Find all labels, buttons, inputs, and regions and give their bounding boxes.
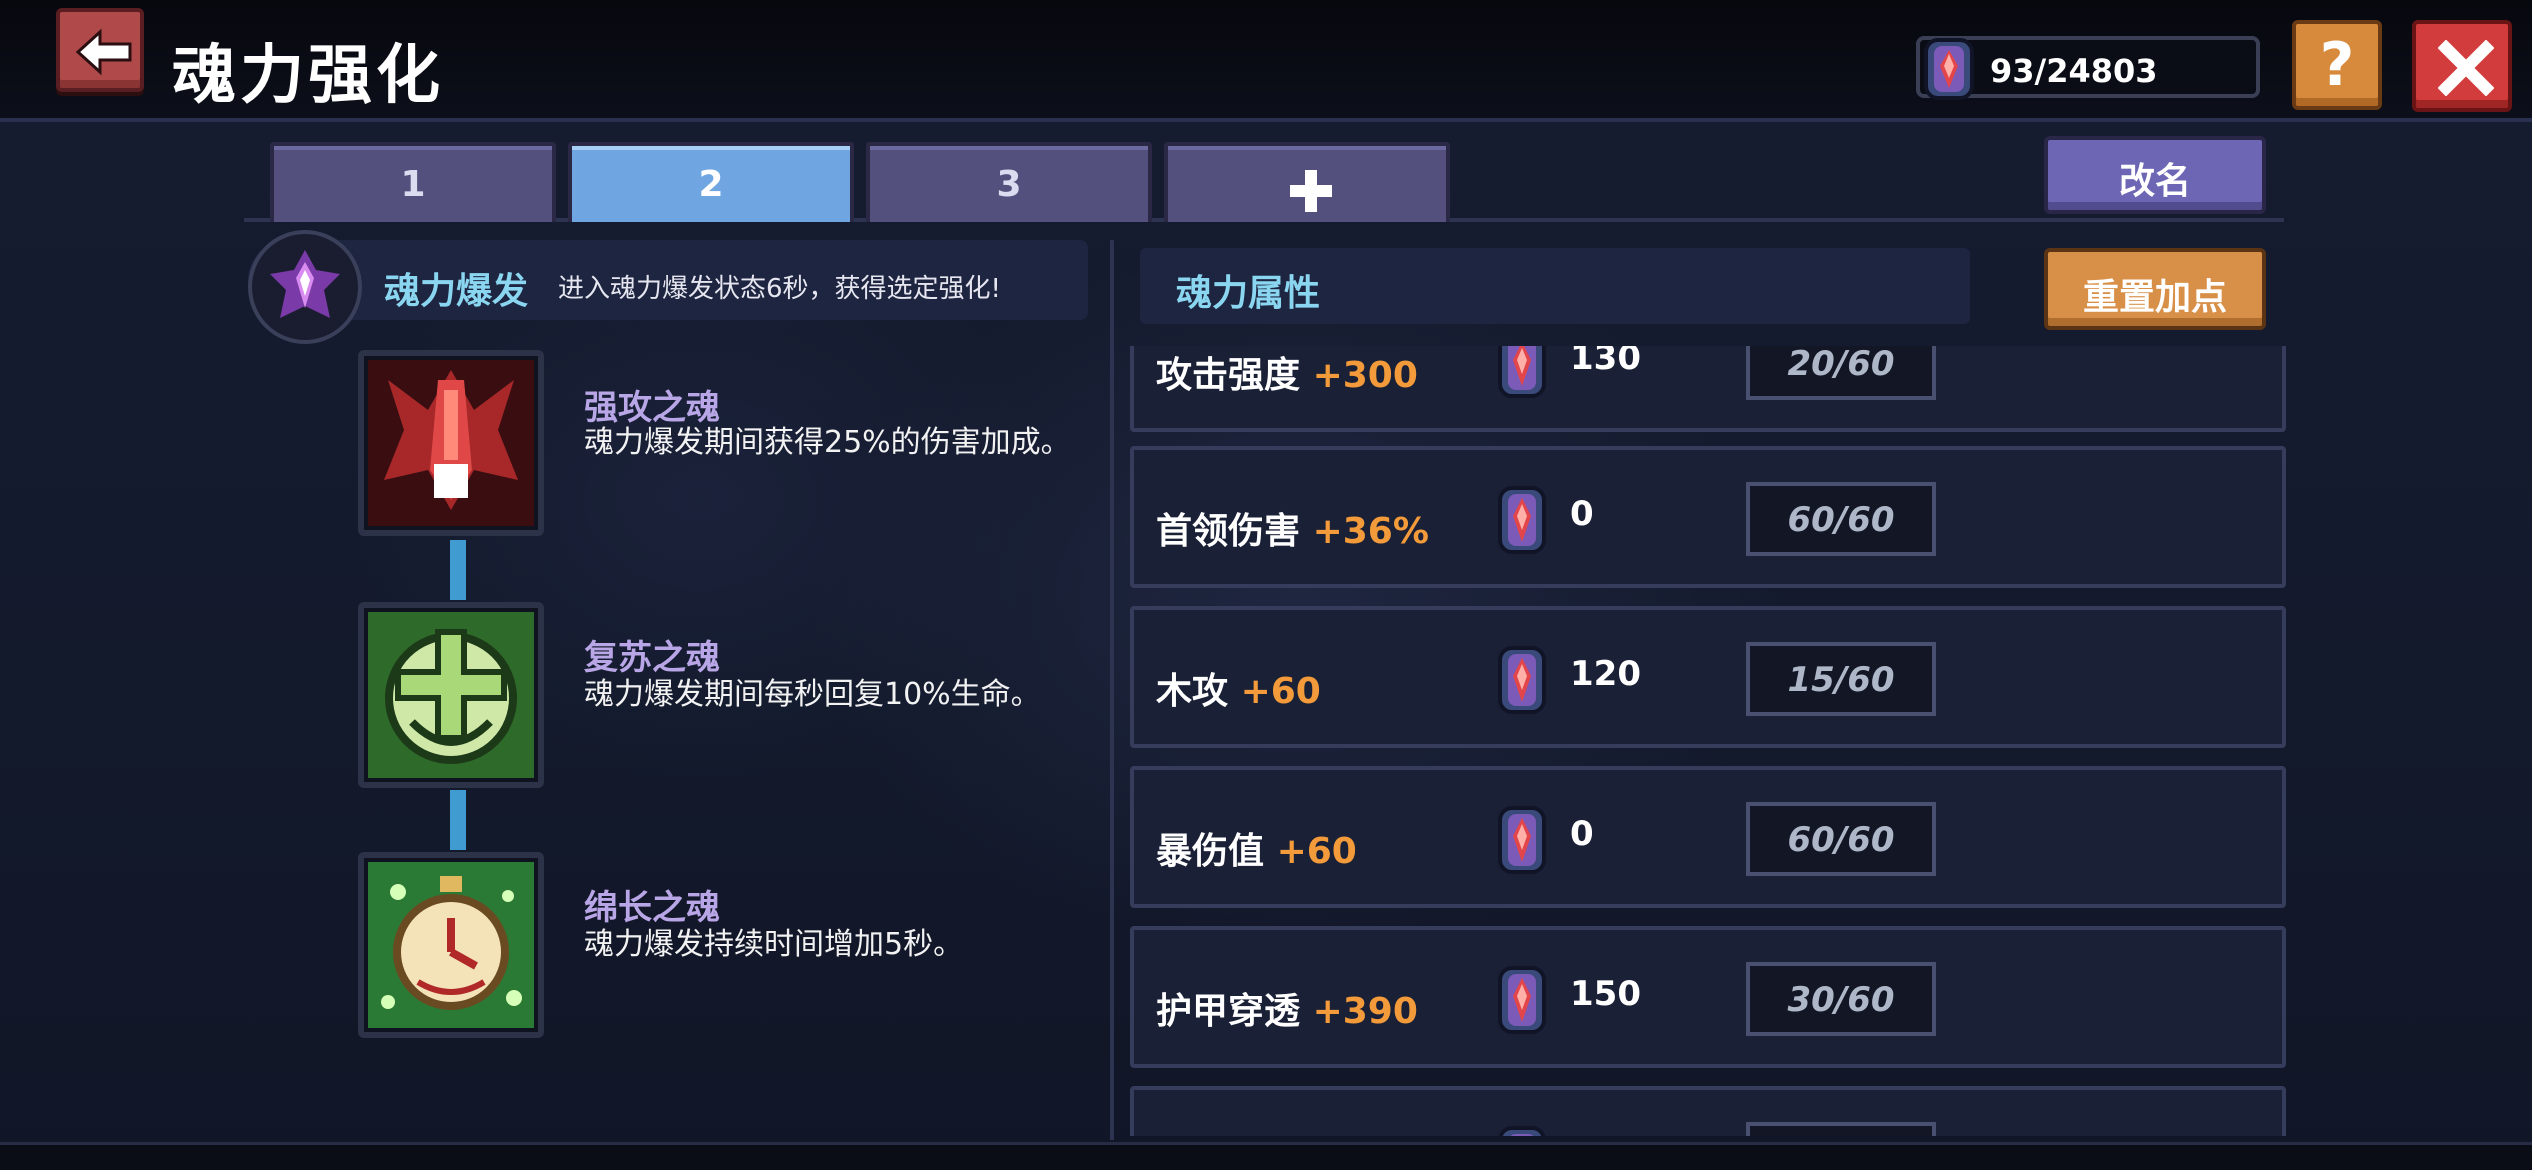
stat-cost: 130 (1570, 346, 1641, 378)
skill-name: 强攻之魂 (584, 388, 720, 428)
back-arrow-icon (75, 28, 132, 76)
plus-icon (1290, 170, 1332, 212)
soul-gem-icon (1498, 966, 1546, 1034)
tab-label: 1 (400, 164, 426, 205)
stat-level: 60/60 (1787, 500, 1895, 540)
stat-row-attack-power[interactable]: 攻击强度 +300 130 20/60 (1130, 346, 2286, 432)
stat-level-box: 20/60 (1746, 346, 1936, 400)
stat-row-armor-penetration[interactable]: 护甲穿透 +390 150 30/60 (1130, 926, 2286, 1068)
back-button[interactable] (56, 8, 144, 92)
red-flame-icon (368, 360, 534, 526)
soul-gem-icon (1498, 346, 1546, 398)
stat-row-boss-damage[interactable]: 首领伤害 +36% 0 60/60 (1130, 446, 2286, 588)
skill-connector (450, 540, 466, 600)
top-bar: 魂力强化 93/24803 ? (0, 0, 2532, 122)
soul-burst-description: 进入魂力爆发状态6秒，获得选定强化! (558, 274, 1001, 304)
stat-name: 护甲穿透 +390 (1156, 982, 1418, 1034)
stat-level: 30/60 (1787, 980, 1895, 1020)
currency-value: 93/24803 (1990, 52, 2158, 90)
help-button[interactable]: ? (2292, 20, 2382, 110)
tab-2[interactable]: 2 (568, 142, 854, 222)
skill-name: 绵长之魂 (584, 888, 720, 928)
stat-level-box (1746, 1122, 1936, 1136)
skill-icon-lasting[interactable] (358, 852, 544, 1038)
stat-level: 20/60 (1787, 346, 1895, 384)
skill-description: 魂力爆发期间每秒回复10%生命。 (584, 677, 1041, 712)
stat-bonus: +390 (1312, 991, 1418, 1032)
stat-level-box: 15/60 (1746, 642, 1936, 716)
soul-currency-display: 93/24803 (1916, 36, 2260, 100)
rename-button[interactable]: 改名 (2044, 136, 2266, 214)
stat-bonus: +300 (1312, 355, 1418, 396)
skill-icon-strong-attack[interactable] (358, 350, 544, 536)
skill-description: 魂力爆发持续时间增加5秒。 (584, 927, 964, 962)
rename-label: 改名 (2118, 161, 2191, 202)
stat-label: 木攻 (1156, 671, 1229, 712)
stat-bonus: +36% (1312, 511, 1429, 552)
stat-cost: 150 (1570, 974, 1641, 1014)
stat-name: 木攻 +60 (1156, 662, 1321, 714)
stat-row-crit-damage[interactable]: 暴伤值 +60 0 60/60 (1130, 766, 2286, 908)
stat-level-box: 60/60 (1746, 482, 1936, 556)
soul-gem-icon (1498, 646, 1546, 714)
soul-attributes-title: 魂力属性 (1176, 273, 1321, 314)
stat-label: 攻击强度 (1156, 355, 1301, 396)
close-icon (2438, 40, 2494, 96)
close-button[interactable] (2412, 20, 2512, 112)
stat-level: 60/60 (1787, 820, 1895, 860)
stat-name: 暴伤值 +60 (1156, 822, 1357, 874)
green-heal-icon (368, 612, 534, 778)
stat-level-box: 60/60 (1746, 802, 1936, 876)
stat-row-partial[interactable] (1130, 1086, 2286, 1136)
soul-burst-icon (248, 230, 362, 344)
soul-gem-icon (1498, 1126, 1546, 1136)
stat-label: 首领伤害 (1156, 511, 1301, 552)
soul-gem-icon (1498, 486, 1546, 554)
panel-divider (1110, 240, 1114, 1140)
skill-connector (450, 790, 466, 850)
tab-3[interactable]: 3 (866, 142, 1152, 222)
reset-label: 重置加点 (2082, 277, 2227, 318)
stat-label: 暴伤值 (1156, 831, 1265, 872)
stat-bonus: +60 (1240, 671, 1321, 712)
stat-label: 护甲穿透 (1156, 991, 1301, 1032)
page-title: 魂力强化 (172, 39, 444, 113)
bottom-bar (0, 1142, 2532, 1170)
skill-icon-revival[interactable] (358, 602, 544, 788)
tab-label: 3 (996, 164, 1022, 205)
soul-gem-icon (1924, 38, 1974, 100)
stat-name: 首领伤害 +36% (1156, 502, 1429, 554)
stat-cost: 120 (1570, 654, 1641, 694)
tab-1[interactable]: 1 (270, 142, 556, 222)
soul-gem-icon (1498, 806, 1546, 874)
stat-level-box: 30/60 (1746, 962, 1936, 1036)
tab-label: 2 (698, 164, 724, 205)
question-mark-icon: ? (2319, 30, 2355, 100)
reset-points-button[interactable]: 重置加点 (2044, 248, 2266, 330)
skill-description: 魂力爆发期间获得25%的伤害加成。 (584, 425, 1071, 460)
stats-list[interactable]: 攻击强度 +300 130 20/60 首领伤害 +36% 0 60/60 木攻… (1130, 346, 2290, 1136)
stat-level: 15/60 (1787, 660, 1895, 700)
stat-cost: 0 (1570, 494, 1594, 534)
tab-add[interactable] (1164, 142, 1450, 222)
stat-bonus: +60 (1276, 831, 1357, 872)
skill-name: 复苏之魂 (584, 638, 720, 678)
stat-row-wood-attack[interactable]: 木攻 +60 120 15/60 (1130, 606, 2286, 748)
stopwatch-icon (368, 862, 534, 1028)
soul-burst-title: 魂力爆发 (384, 271, 529, 312)
stat-name: 攻击强度 +300 (1156, 346, 1418, 398)
soul-crystal-icon (270, 250, 340, 318)
stat-cost: 0 (1570, 814, 1594, 854)
